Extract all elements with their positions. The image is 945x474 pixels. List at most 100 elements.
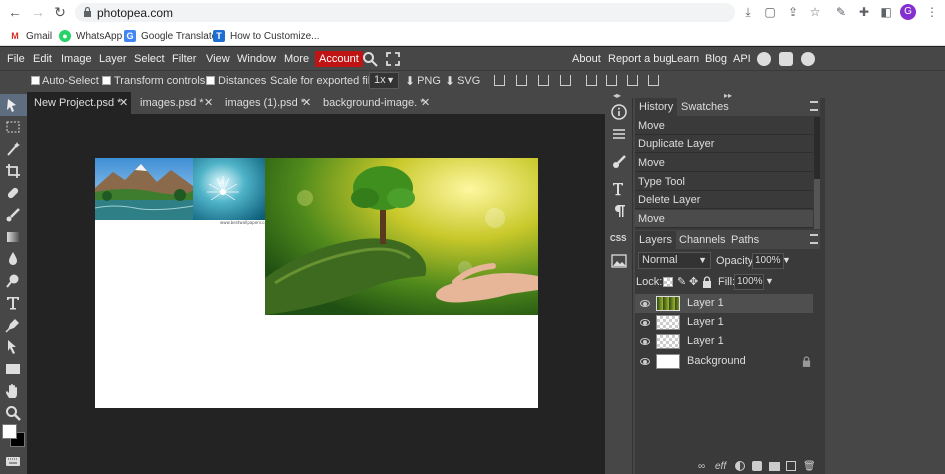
close-icon[interactable]: ✕ (421, 92, 430, 114)
tab-background-image[interactable]: background-image. * ✕ (316, 92, 434, 114)
mountain-lake-image[interactable] (95, 158, 193, 220)
hands-tree-image[interactable] (265, 158, 538, 315)
history-item[interactable]: Delete Layer (635, 191, 813, 209)
profile-avatar[interactable]: G (900, 4, 916, 20)
dandelion-image[interactable] (193, 158, 265, 220)
page-icon[interactable]: ▢ (763, 5, 777, 19)
back-icon[interactable]: ← (8, 5, 22, 19)
close-icon[interactable]: ✕ (119, 92, 128, 114)
search-icon[interactable] (362, 51, 378, 67)
blend-mode-select[interactable]: Normal ▼ (638, 252, 711, 269)
crop-tool-icon[interactable] (5, 163, 21, 179)
menu-window[interactable]: Window (237, 53, 276, 65)
new-layer-icon[interactable] (786, 461, 796, 471)
link-blog[interactable]: Blog (705, 53, 727, 65)
menu-select[interactable]: Select (134, 53, 165, 65)
auto-select-checkbox[interactable] (31, 76, 40, 85)
forward-icon[interactable]: → (31, 5, 45, 19)
sidepanel-icon[interactable]: ◧ (879, 5, 893, 19)
twitter-icon[interactable] (779, 52, 793, 66)
healing-tool-icon[interactable] (5, 185, 21, 201)
document-canvas[interactable]: www.bestwallpapers.com (95, 158, 538, 408)
eye-icon[interactable] (640, 319, 650, 326)
align-right-icon[interactable] (538, 75, 549, 86)
bookmark-star-icon[interactable]: ☆ (808, 5, 822, 19)
tab-images[interactable]: images.psd * ✕ (133, 92, 218, 114)
link-api[interactable]: API (733, 53, 751, 65)
history-item[interactable]: Move (635, 154, 813, 172)
brush-settings-icon[interactable] (611, 154, 627, 170)
distribute-v-icon[interactable] (648, 75, 659, 86)
history-item[interactable]: Type Tool (635, 173, 813, 191)
right-edge-scrollbar[interactable] (820, 98, 825, 474)
eye-icon[interactable] (640, 300, 650, 307)
lock-transparency-icon[interactable] (663, 277, 673, 287)
share-icon[interactable]: ⇪ (786, 5, 800, 19)
account-button[interactable]: Account (315, 51, 363, 67)
panel-menu-icon[interactable] (810, 234, 818, 244)
export-png-button[interactable]: ⬇ PNG (405, 73, 441, 89)
tab-channels[interactable]: Channels (675, 231, 729, 249)
align-center-icon[interactable] (516, 75, 527, 86)
menu-file[interactable]: File (7, 53, 25, 65)
align-bottom-icon[interactable] (606, 75, 617, 86)
tab-history[interactable]: History (635, 98, 678, 116)
magic-wand-tool-icon[interactable] (5, 141, 21, 157)
character-icon[interactable] (611, 181, 627, 197)
distribute-h-icon[interactable] (627, 75, 638, 86)
history-item[interactable]: Duplicate Layer (635, 135, 813, 153)
foreground-color-swatch[interactable] (2, 424, 17, 439)
align-left-icon[interactable] (494, 75, 505, 86)
css-icon[interactable]: CSS (610, 234, 626, 243)
opacity-input[interactable]: 100% (752, 253, 784, 269)
bookmark-google-translate[interactable]: G Google Translate (124, 29, 217, 43)
export-svg-button[interactable]: ⬇ SVG (445, 73, 480, 89)
panel-menu-icon[interactable] (810, 101, 818, 111)
fill-input[interactable]: 100% (734, 274, 764, 290)
address-bar[interactable]: photopea.com (75, 3, 735, 22)
link-layers-icon[interactable]: ∞ (698, 461, 705, 472)
menu-edit[interactable]: Edit (33, 53, 52, 65)
facebook-icon[interactable] (801, 52, 815, 66)
menu-layer[interactable]: Layer (99, 53, 127, 65)
move-tool-icon[interactable] (5, 97, 21, 113)
close-icon[interactable]: ✕ (302, 92, 311, 114)
properties-icon[interactable] (611, 126, 627, 142)
tab-paths[interactable]: Paths (727, 231, 763, 249)
history-item[interactable]: Move (635, 210, 813, 228)
reddit-icon[interactable] (757, 52, 771, 66)
path-select-tool-icon[interactable] (5, 339, 21, 355)
dodge-tool-icon[interactable] (5, 273, 21, 289)
layer-row[interactable]: Layer 1 (635, 332, 813, 351)
align-middle-icon[interactable] (586, 75, 597, 86)
keyboard-icon[interactable] (5, 453, 21, 469)
chevron-down-icon[interactable]: ▼ (782, 255, 791, 265)
bookmark-whatsapp[interactable]: ● WhatsApp (59, 29, 122, 43)
zoom-tool-icon[interactable] (5, 405, 21, 421)
hand-tool-icon[interactable] (5, 383, 21, 399)
eye-icon[interactable] (640, 358, 650, 365)
lock-pixels-icon[interactable]: ✎ (677, 275, 686, 288)
eyedropper-icon[interactable]: ✎ (834, 5, 848, 19)
pen-tool-icon[interactable] (5, 317, 21, 333)
link-learn[interactable]: Learn (671, 53, 699, 65)
adjustment-layer-icon[interactable] (735, 461, 745, 471)
link-report-bug[interactable]: Report a bug (608, 53, 672, 65)
image-icon[interactable] (611, 253, 627, 269)
layer-row[interactable]: Layer 1 (635, 294, 813, 313)
transform-controls-checkbox[interactable] (102, 76, 111, 85)
close-icon[interactable]: ✕ (204, 92, 213, 114)
color-swatches[interactable] (2, 424, 26, 448)
extensions-icon[interactable]: ✚ (857, 5, 871, 19)
brush-tool-icon[interactable] (5, 207, 21, 223)
layer-row[interactable]: Background (635, 352, 813, 371)
tab-images-1[interactable]: images (1).psd * ✕ (218, 92, 315, 114)
tab-new-project[interactable]: New Project.psd * ✕ (27, 92, 131, 114)
bookmark-gmail[interactable]: M Gmail (9, 29, 52, 43)
tab-layers[interactable]: Layers (635, 231, 677, 249)
info-icon[interactable] (611, 104, 627, 120)
distances-checkbox[interactable] (206, 76, 215, 85)
history-item[interactable]: Move (635, 117, 813, 135)
gradient-tool-icon[interactable] (5, 229, 21, 245)
reload-icon[interactable]: ↻ (53, 5, 67, 19)
